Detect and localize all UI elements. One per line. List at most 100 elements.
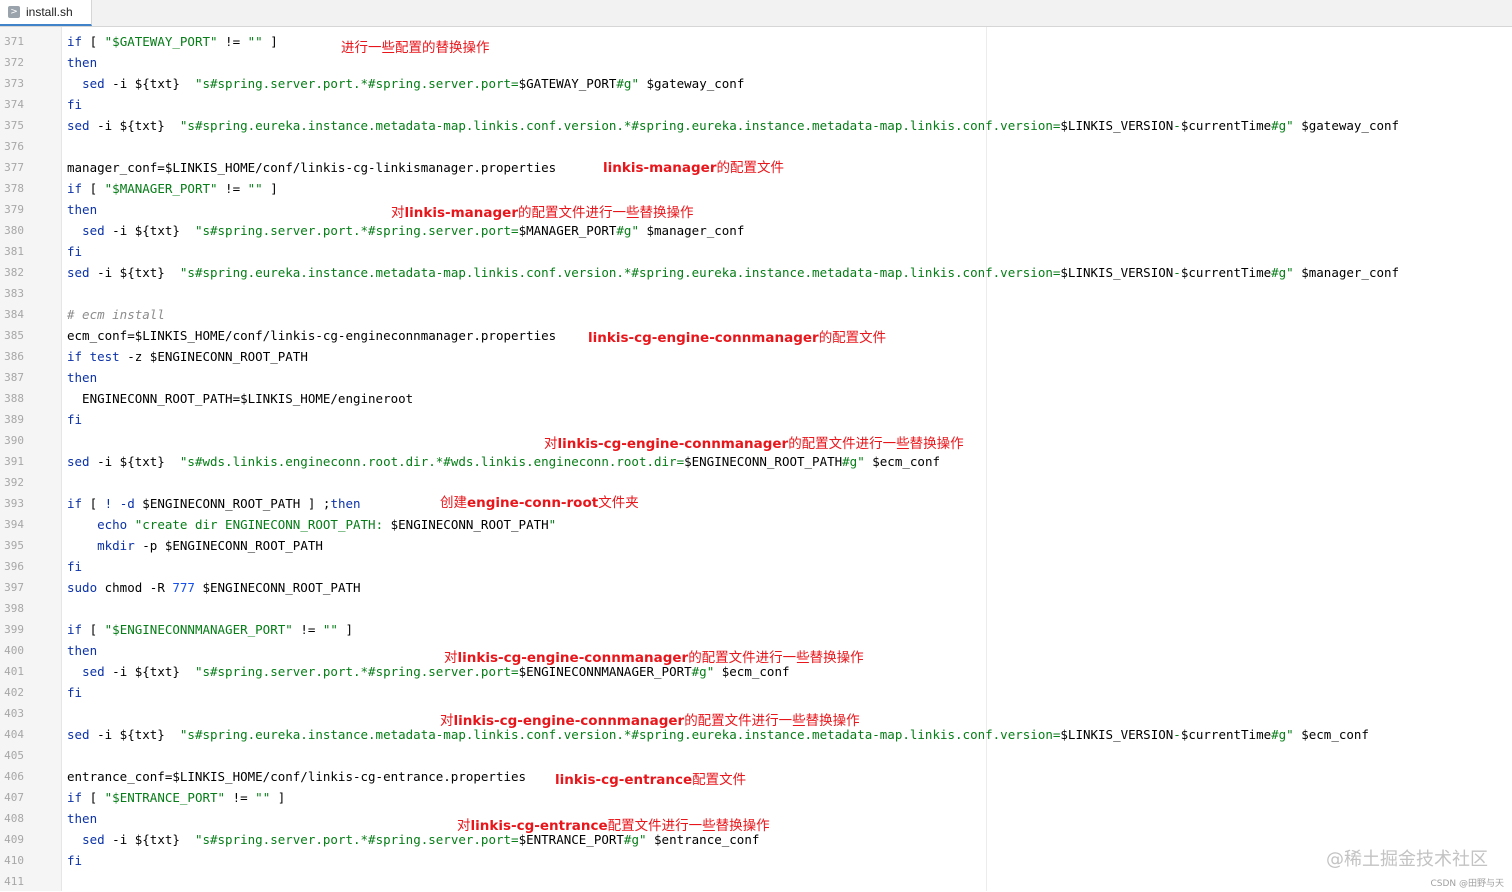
code-line[interactable]: then <box>67 640 97 661</box>
code-line[interactable]: ENGINECONN_ROOT_PATH=$LINKIS_HOME/engine… <box>67 388 413 409</box>
code-token: [ <box>82 622 105 637</box>
code-line[interactable]: mkdir -p $ENGINECONN_ROOT_PATH <box>67 535 323 556</box>
code-line[interactable]: if test -z $ENGINECONN_ROOT_PATH <box>67 346 308 367</box>
code-line[interactable]: then <box>67 199 97 220</box>
line-number: 405 <box>4 749 24 762</box>
code-line[interactable]: # ecm install <box>67 304 165 325</box>
code-token: #g" <box>842 454 865 469</box>
code-line[interactable]: then <box>67 808 97 829</box>
code-line[interactable]: entrance_conf=$LINKIS_HOME/conf/linkis-c… <box>67 766 526 787</box>
annotation-text: 配置文件 <box>692 772 747 788</box>
annotation-text: 创建 <box>440 495 467 511</box>
line-number: 388 <box>4 392 24 405</box>
line-number: 406 <box>4 770 24 783</box>
code-token: $currentTime <box>1180 118 1272 133</box>
code-line[interactable]: if [ "$ENGINECONNMANAGER_PORT" != "" ] <box>67 619 353 640</box>
code-token: -z $ENGINECONN_ROOT_PATH <box>119 349 308 364</box>
code-token: fi <box>67 244 83 259</box>
annotation-ecm-replace-2: 对linkis-cg-engine-connmanager的配置文件进行一些替换… <box>444 649 864 667</box>
line-number-gutter: 371 372 373 374 375 376 377 378 379 380 381 382 383 3… <box>0 27 62 891</box>
csdn-watermark: CSDN @田野与天 <box>1430 879 1504 889</box>
code-line[interactable]: if [ "$ENTRANCE_PORT" != "" ] <box>67 787 285 808</box>
code-token: "$MANAGER_PORT" <box>104 181 218 196</box>
annotation-ecm-file: linkis-cg-engine-connmanager的配置文件 <box>588 329 886 347</box>
annotation-text: linkis-manager <box>404 205 518 221</box>
line-number: 382 <box>4 266 24 279</box>
code-token: if <box>67 622 83 637</box>
code-token: -i ${txt} <box>89 727 180 742</box>
tab-install-sh[interactable]: > install.sh <box>0 0 92 26</box>
code-token: -i ${txt} <box>104 223 195 238</box>
code-token: -i ${txt} <box>104 664 195 679</box>
code-token: [ <box>82 34 105 49</box>
code-token: $ENGINECONN_ROOT_PATH <box>684 454 843 469</box>
code-line[interactable]: sed -i ${txt} "s#wds.linkis.engineconn.r… <box>67 451 940 472</box>
code-line[interactable]: then <box>67 367 97 388</box>
code-token: $currentTime <box>1180 265 1272 280</box>
code-line[interactable]: sed -i ${txt} "s#spring.eureka.instance.… <box>67 115 1399 136</box>
code-token: $ecm_conf <box>1293 727 1369 742</box>
code-token: #g" <box>1271 118 1294 133</box>
code-token: if <box>67 34 83 49</box>
line-number: 386 <box>4 350 24 363</box>
line-number: 390 <box>4 434 24 447</box>
code-line[interactable]: if [ ! -d $ENGINECONN_ROOT_PATH ] ;then <box>67 493 361 514</box>
code-token: - <box>1173 118 1181 133</box>
code-token: ] <box>262 34 278 49</box>
code-line[interactable]: fi <box>67 94 82 115</box>
code-token: [ <box>82 181 105 196</box>
code-line[interactable]: echo "create dir ENGINECONN_ROOT_PATH: $… <box>67 514 556 535</box>
code-line[interactable]: fi <box>67 409 82 430</box>
code-token: manager_conf=$LINKIS_HOME/conf/linkis-cg… <box>67 160 557 175</box>
code-line[interactable]: sudo chmod -R 777 $ENGINECONN_ROOT_PATH <box>67 577 361 598</box>
code-token: fi <box>67 97 83 112</box>
code-token: -d <box>119 496 135 511</box>
code-line[interactable]: then <box>67 52 97 73</box>
line-number: 371 <box>4 35 24 48</box>
code-token: $gateway_conf <box>638 76 745 91</box>
code-line[interactable]: fi <box>67 241 82 262</box>
code-token: "$ENTRANCE_PORT" <box>104 790 226 805</box>
annotation-text: 的配置文件 <box>716 160 784 176</box>
code-token: entrance_conf=$LINKIS_HOME/conf/linkis-c… <box>67 769 527 784</box>
line-number: 379 <box>4 203 24 216</box>
code-line[interactable]: fi <box>67 850 82 871</box>
code-token: "" <box>247 34 263 49</box>
code-line[interactable]: if [ "$MANAGER_PORT" != "" ] <box>67 178 278 199</box>
code-token: "$GATEWAY_PORT" <box>104 34 218 49</box>
code-token: if <box>67 790 83 805</box>
code-token: -p $ENGINECONN_ROOT_PATH <box>134 538 323 553</box>
code-line[interactable]: sed -i ${txt} "s#spring.server.port.*#sp… <box>67 220 744 241</box>
code-token: #g" <box>1271 265 1294 280</box>
code-line[interactable]: sed -i ${txt} "s#spring.server.port.*#sp… <box>67 73 744 94</box>
code-token: $ENGINECONN_ROOT_PATH <box>194 580 361 595</box>
code-token: sed <box>82 664 105 679</box>
code-line[interactable]: if [ "$GATEWAY_PORT" != "" ] <box>67 31 278 52</box>
code-token: "s#spring.server.port.*#spring.server.po… <box>194 76 519 91</box>
code-token: $ecm_conf <box>864 454 940 469</box>
code-line[interactable]: fi <box>67 556 82 577</box>
right-margin-guide <box>986 27 987 891</box>
annotation-entrance-replace: 对linkis-cg-entrance配置文件进行一些替换操作 <box>457 817 770 835</box>
line-number: 387 <box>4 371 24 384</box>
line-number: 411 <box>4 875 24 888</box>
code-token: sed <box>82 223 105 238</box>
annotation-text: 进行一些配置的替换操作 <box>341 40 490 56</box>
line-number: 410 <box>4 854 24 867</box>
line-number: 393 <box>4 497 24 510</box>
juejin-watermark: @稀土掘金技术社区 <box>1326 849 1488 870</box>
code-line[interactable]: sed -i ${txt} "s#spring.eureka.instance.… <box>67 262 1399 283</box>
code-line[interactable]: ecm_conf=$LINKIS_HOME/conf/linkis-cg-eng… <box>67 325 556 346</box>
code-line[interactable]: fi <box>67 682 82 703</box>
annotation-entrance-file: linkis-cg-entrance配置文件 <box>555 771 746 789</box>
annotation-gateway: 进行一些配置的替换操作 <box>341 39 490 57</box>
code-token: -i ${txt} <box>104 76 195 91</box>
code-token: #g" <box>616 76 639 91</box>
code-line[interactable]: manager_conf=$LINKIS_HOME/conf/linkis-cg… <box>67 157 556 178</box>
code-token: #g" <box>616 223 639 238</box>
line-number: 396 <box>4 560 24 573</box>
code-token: if <box>67 181 83 196</box>
line-number: 402 <box>4 686 24 699</box>
